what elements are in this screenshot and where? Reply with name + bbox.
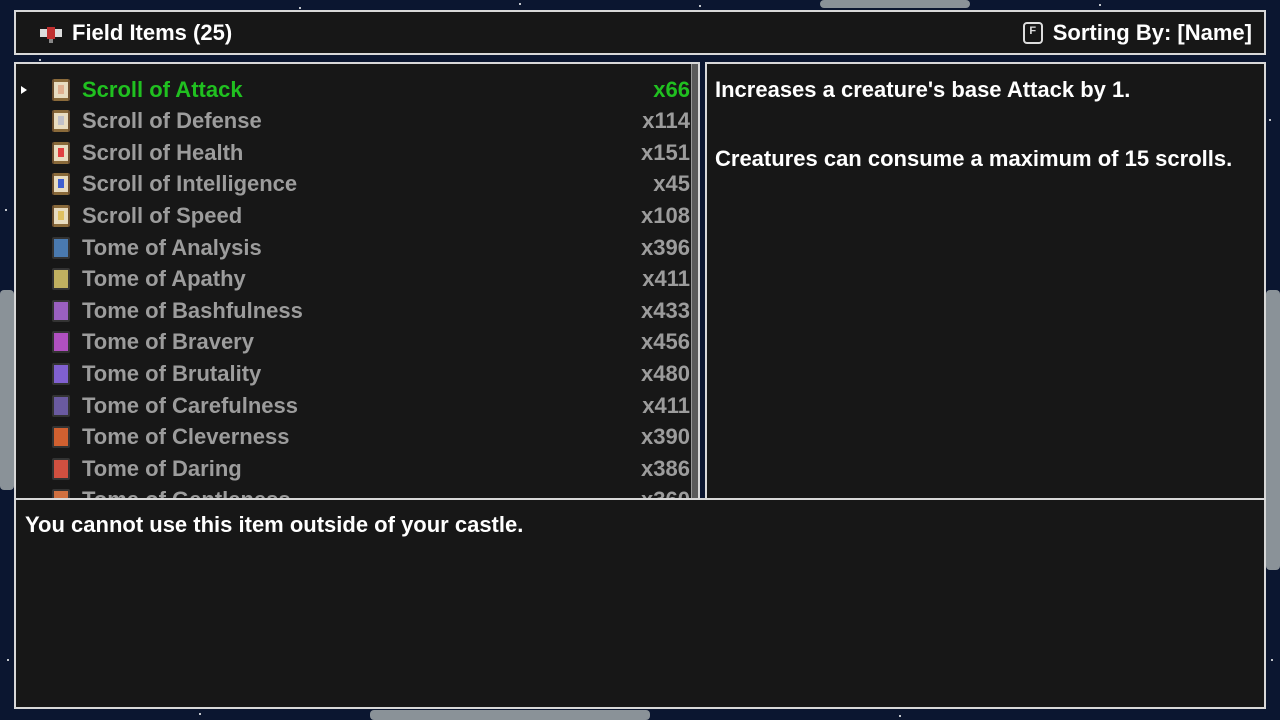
item-name: Tome of Cleverness <box>82 424 290 450</box>
item-quantity: x390 <box>641 424 690 450</box>
item-quantity: x66 <box>653 76 690 102</box>
list-item[interactable]: Tome of Bashfulness x433 <box>16 295 692 326</box>
item-name: Scroll of Intelligence <box>82 171 298 197</box>
list-item[interactable]: Tome of Cleverness x390 <box>16 422 692 453</box>
item-list[interactable]: Scroll of Attack x66 Scroll of Defense x114… <box>14 62 700 500</box>
tome-cleverness-icon <box>52 426 70 449</box>
item-name: Tome of Analysis <box>82 234 262 260</box>
scroll-intelligence-icon <box>52 173 70 196</box>
item-name: Scroll of Defense <box>82 108 262 134</box>
message-box: You cannot use this item outside of your… <box>14 498 1266 709</box>
scroll-speed-icon <box>52 204 70 227</box>
item-description-panel: Increases a creature's base Attack by 1.… <box>705 62 1266 500</box>
item-name: Scroll of Speed <box>82 202 243 228</box>
tome-apathy-icon <box>52 268 70 291</box>
item-quantity: x386 <box>641 455 690 481</box>
sort-control[interactable]: F Sorting By: [Name] <box>1022 12 1252 53</box>
item-name: Tome of Daring <box>82 455 242 481</box>
item-name: Tome of Carefulness <box>82 392 298 418</box>
item-quantity: x411 <box>642 392 690 418</box>
item-name: Tome of Bravery <box>82 329 254 355</box>
list-item[interactable]: Tome of Brutality x480 <box>16 358 692 389</box>
item-quantity: x411 <box>642 266 690 292</box>
description-effect: Increases a creature's base Attack by 1. <box>715 77 1131 102</box>
scroll-attack-icon <box>52 78 70 101</box>
list-item[interactable]: Tome of Daring x386 <box>16 453 692 484</box>
list-item[interactable]: Tome of Analysis x396 <box>16 232 692 263</box>
tome-daring-icon <box>52 457 70 480</box>
list-item[interactable]: Scroll of Attack x66 <box>16 74 692 105</box>
scroll-health-icon <box>52 141 70 164</box>
tome-brutality-icon <box>52 362 70 385</box>
rock-decoration <box>370 710 650 720</box>
message-text: You cannot use this item outside of your… <box>25 512 524 537</box>
item-quantity: x45 <box>653 171 690 197</box>
item-quantity: x433 <box>641 297 690 323</box>
item-quantity: x114 <box>642 108 690 134</box>
keyboard-key-icon: F <box>1022 21 1043 44</box>
inventory-header: Field Items (25) F Sorting By: [Name] <box>14 10 1266 55</box>
rock-decoration <box>1266 290 1280 570</box>
list-item[interactable]: Scroll of Defense x114 <box>16 106 692 137</box>
sort-label[interactable]: Sorting By: [Name] <box>1053 20 1252 46</box>
bag-icon <box>40 26 62 43</box>
rock-decoration <box>820 0 970 8</box>
tome-bashfulness-icon <box>52 299 70 322</box>
list-item[interactable]: Tome of Carefulness x411 <box>16 390 692 421</box>
list-item[interactable]: Scroll of Health x151 <box>16 137 692 168</box>
tome-analysis-icon <box>52 236 70 259</box>
item-name: Tome of Apathy <box>82 266 246 292</box>
rock-decoration <box>0 290 14 490</box>
selection-cursor-icon <box>21 85 27 94</box>
item-quantity: x480 <box>641 360 690 386</box>
scroll-defense-icon <box>52 110 70 133</box>
item-name: Tome of Bashfulness <box>82 297 303 323</box>
scrollbar[interactable] <box>691 64 698 498</box>
header-title-group: Field Items (25) <box>38 12 232 53</box>
item-quantity: x396 <box>641 234 690 260</box>
tome-carefulness-icon <box>52 394 70 417</box>
item-name: Scroll of Attack <box>82 76 243 102</box>
list-item[interactable]: Tome of Apathy x411 <box>16 264 692 295</box>
item-name: Scroll of Health <box>82 139 244 165</box>
tome-bravery-icon <box>52 331 70 354</box>
list-item[interactable]: Tome of Bravery x456 <box>16 327 692 358</box>
list-item[interactable]: Scroll of Speed x108 <box>16 200 692 231</box>
item-quantity: x456 <box>641 329 690 355</box>
item-quantity: x151 <box>641 139 690 165</box>
page-title: Field Items (25) <box>72 19 233 45</box>
item-description: Increases a creature's base Attack by 1.… <box>715 72 1245 210</box>
item-quantity: x108 <box>641 202 690 228</box>
list-item[interactable]: Scroll of Intelligence x45 <box>16 169 692 200</box>
description-limit: Creatures can consume a maximum of 15 sc… <box>715 146 1233 171</box>
item-name: Tome of Brutality <box>82 360 262 386</box>
